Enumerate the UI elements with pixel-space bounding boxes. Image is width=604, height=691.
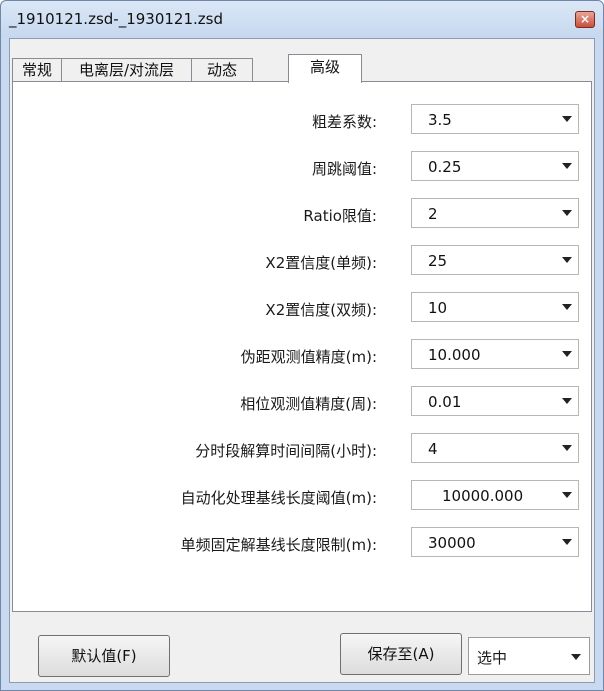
- tab-advanced[interactable]: 高级: [288, 54, 362, 83]
- tab-dynamic[interactable]: 动态: [191, 58, 253, 82]
- cycle-slip-threshold-select[interactable]: 0.25: [411, 151, 579, 181]
- session-interval-select[interactable]: 4: [411, 433, 579, 463]
- chevron-down-icon: [562, 351, 572, 357]
- advanced-settings-panel: 粗差系数: 3.5 周跳阈值: 0.25 Ratio限值: 2 X2置信度(单频…: [12, 81, 592, 612]
- chevron-down-icon: [562, 492, 572, 498]
- ratio-limit-select[interactable]: 2: [411, 198, 579, 228]
- scope-select[interactable]: 选中: [468, 637, 590, 675]
- chevron-down-icon: [562, 539, 572, 545]
- select-value: 4: [428, 440, 438, 458]
- select-value: 10.000: [428, 346, 481, 364]
- select-value: 10: [428, 299, 448, 317]
- pseudorange-precision-select[interactable]: 10.000: [411, 339, 579, 369]
- setting-label-x2-dual-freq: X2置信度(双频):: [265, 301, 377, 319]
- dialog-window: _1910121.zsd-_1930121.zsd × 常规 电离层/对流层 动…: [0, 0, 604, 691]
- select-value: 10000.000: [442, 487, 524, 505]
- chevron-down-icon: [562, 210, 572, 216]
- select-value: 2: [428, 205, 438, 223]
- setting-label-session-interval: 分时段解算时间间隔(小时):: [195, 442, 377, 460]
- x2-single-freq-select[interactable]: 25: [411, 245, 579, 275]
- chevron-down-icon: [562, 257, 572, 263]
- select-value: 30000: [428, 534, 476, 552]
- chevron-down-icon: [562, 445, 572, 451]
- auto-baseline-threshold-select[interactable]: 10000.000: [411, 480, 579, 510]
- select-value: 选中: [477, 649, 508, 667]
- tab-strip: 常规 电离层/对流层 动态 高级: [12, 54, 592, 83]
- title-bar[interactable]: _1910121.zsd-_1930121.zsd ×: [1, 1, 603, 37]
- tab-general[interactable]: 常规: [12, 58, 62, 82]
- setting-label-ratio-limit: Ratio限值:: [303, 207, 377, 225]
- setting-label-gross-error-factor: 粗差系数:: [311, 113, 377, 131]
- x2-dual-freq-select[interactable]: 10: [411, 292, 579, 322]
- chevron-down-icon: [562, 163, 572, 169]
- single-freq-baseline-limit-select[interactable]: 30000: [411, 527, 579, 557]
- chevron-down-icon: [571, 654, 581, 660]
- close-icon[interactable]: ×: [575, 11, 595, 28]
- setting-label-auto-baseline-threshold: 自动化处理基线长度阈值(m):: [180, 489, 377, 507]
- select-value: 0.25: [428, 158, 462, 176]
- setting-label-x2-single-freq: X2置信度(单频):: [265, 254, 377, 272]
- chevron-down-icon: [562, 304, 572, 310]
- setting-label-pseudorange-precision: 伪距观测值精度(m):: [240, 348, 377, 366]
- select-value: 3.5: [428, 111, 452, 129]
- default-values-button[interactable]: 默认值(F): [38, 635, 170, 677]
- dialog-client-area: 常规 电离层/对流层 动态 高级 粗差系数: 3.5 周跳阈值: 0.25 Ra…: [9, 38, 595, 683]
- select-value: 25: [428, 252, 448, 270]
- chevron-down-icon: [562, 398, 572, 404]
- select-value: 0.01: [428, 393, 462, 411]
- save-to-button[interactable]: 保存至(A): [340, 633, 462, 675]
- tab-ionosphere-troposphere[interactable]: 电离层/对流层: [61, 58, 192, 82]
- setting-label-phase-precision: 相位观测值精度(周):: [240, 395, 377, 413]
- window-title: _1910121.zsd-_1930121.zsd: [9, 10, 223, 28]
- chevron-down-icon: [562, 116, 572, 122]
- phase-precision-select[interactable]: 0.01: [411, 386, 579, 416]
- setting-label-cycle-slip-threshold: 周跳阈值:: [311, 160, 377, 178]
- setting-label-single-freq-baseline-limit: 单频固定解基线长度限制(m):: [180, 536, 377, 554]
- gross-error-factor-select[interactable]: 3.5: [411, 104, 579, 134]
